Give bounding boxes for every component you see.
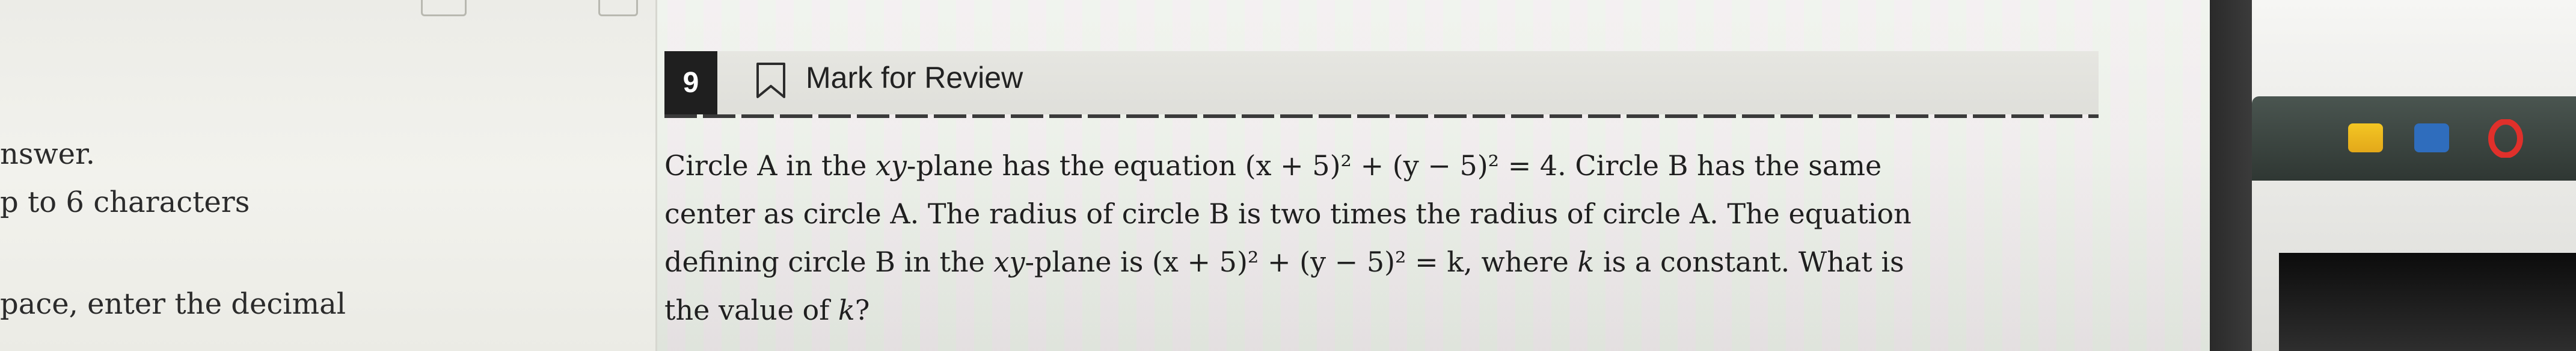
text: . Circle B has the same <box>1557 149 1882 182</box>
text: -plane is <box>1025 246 1152 278</box>
equation: (x + 5)² + (y − 5)² = 4 <box>1245 149 1558 182</box>
text: , where <box>1464 246 1578 278</box>
text: Circle A in the <box>664 149 876 182</box>
math-variable: xy <box>993 246 1025 278</box>
directions-panel: nswer. p to 6 characters pace, enter the… <box>0 0 655 351</box>
text: defining circle B in the <box>664 246 994 278</box>
text: -plane has the equation <box>906 149 1245 182</box>
directions-line-1: nswer. <box>0 137 95 171</box>
window-icon <box>421 0 467 16</box>
directions-line-2: p to 6 characters <box>0 185 250 219</box>
panel-divider[interactable] <box>655 0 657 351</box>
question-number: 9 <box>664 51 717 114</box>
equation: (x + 5)² + (y − 5)² = k <box>1152 246 1464 278</box>
opera-browser-icon[interactable] <box>2486 119 2525 158</box>
question-line: defining circle B in the xy-plane is (x … <box>664 238 2096 286</box>
text: the value of <box>664 294 838 326</box>
bookmark-icon[interactable] <box>755 62 787 99</box>
mark-for-review-button[interactable]: Mark for Review <box>806 60 1023 95</box>
store-app-icon[interactable] <box>2414 123 2449 152</box>
screen-edge <box>2210 0 2252 351</box>
dark-screen-corner <box>2279 253 2576 351</box>
math-variable: k <box>1577 246 1595 278</box>
directions-line-3: pace, enter the decimal <box>0 287 346 321</box>
question-line: center as circle A. The radius of circle… <box>664 197 1912 230</box>
question-text: Circle A in the xy-plane has the equatio… <box>664 141 2096 334</box>
question-line: the value of k? <box>664 286 2096 334</box>
text: ? <box>854 294 870 326</box>
math-variable: xy <box>875 149 907 182</box>
text: is a constant. What is <box>1594 246 1904 278</box>
header-divider <box>664 114 2099 118</box>
window-icon <box>598 0 638 16</box>
math-variable: k <box>838 294 855 326</box>
question-line: Circle A in the xy-plane has the equatio… <box>664 141 2096 190</box>
notes-app-icon[interactable] <box>2348 123 2383 152</box>
